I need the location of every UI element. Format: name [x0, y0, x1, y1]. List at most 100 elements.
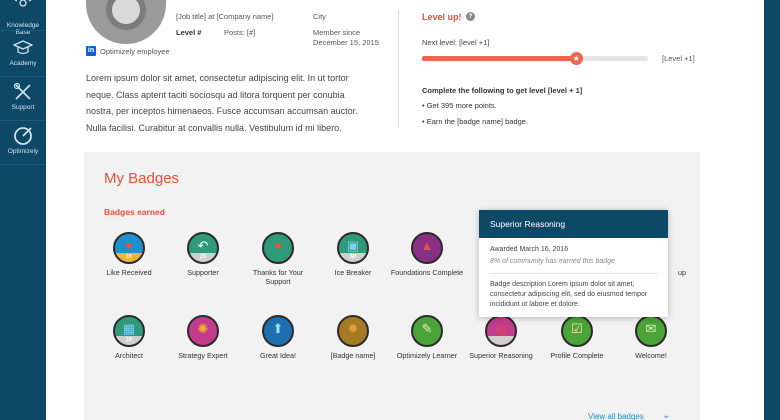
badge-label: Optimizely Learner [396, 351, 458, 360]
badge-label: Ice Breaker [334, 268, 372, 277]
badge-item[interactable]: ▣ 50 Ice Breaker [316, 232, 390, 277]
scrollbar[interactable] [764, 0, 780, 420]
badges-earned-heading: Badges earned [104, 207, 165, 217]
badge-icon: ✎ [411, 315, 443, 347]
lightbulb-icon [14, 0, 32, 7]
divider [490, 273, 657, 274]
badge-glyph: ▣ [346, 238, 360, 253]
sidebar-item-label: Optimizely [7, 148, 39, 155]
badge-icon: ✉ [635, 315, 667, 347]
posts-count: Posts: [#] [224, 28, 256, 37]
task-item: • Earn the [badge name] badge. [422, 117, 529, 126]
badge-icon: ▣ 50 [337, 232, 369, 264]
badge-icon: ✹ [337, 315, 369, 347]
next-level-label: Next level: [level +1] [422, 38, 490, 47]
task-item: • Get 395 more points. [422, 101, 497, 110]
badge-icon: ◎ [485, 315, 517, 347]
divider [398, 10, 399, 128]
sidebar-item-label: Academy [9, 60, 37, 67]
linkedin-icon: in [86, 46, 96, 56]
badge-count: 25 [189, 253, 217, 262]
member-since: Member since December 15, 2015 [313, 28, 379, 47]
divider [0, 76, 46, 77]
badge-glyph: ↶ [197, 238, 209, 253]
badge-label: Welcome! [635, 351, 667, 360]
level-up-title: Level up! [422, 12, 462, 22]
chevron-down-icon[interactable]: ⌄ [662, 410, 670, 420]
tooltip-stat: 8% of community has earned this badge [490, 258, 615, 265]
badge-glyph: ♥ [125, 238, 133, 253]
badge-label: Foundations Complete [390, 268, 464, 277]
badge-icon: ▲ [411, 232, 443, 264]
sidebar-item-label: Support [11, 104, 35, 111]
graduation-cap-icon [13, 40, 33, 55]
tooltip-title: Superior Reasoning [479, 210, 668, 238]
badge-item[interactable]: ♥ Thanks for Your Support [241, 232, 315, 286]
badge-icon: ♥ 1K [113, 232, 145, 264]
badge-count [487, 336, 515, 345]
badge-item[interactable]: ▦ 10 Architect [92, 315, 166, 360]
tasks-heading: Complete the following to get level [lev… [422, 86, 583, 95]
badge-item[interactable]: ✉ Welcome! [614, 315, 688, 360]
badge-glyph: ⬆ [272, 321, 284, 336]
badge-item[interactable]: ▲ Foundations Complete [390, 232, 464, 277]
badge-label: Strategy Expert [178, 351, 228, 360]
level-progress-bar: ★ [422, 52, 648, 65]
badge-label: [Badge name] [330, 351, 376, 360]
tooltip-awarded-date: Awarded March 16, 2016 [490, 246, 569, 253]
avatar [86, 0, 166, 44]
badge-label: Profile Complete [550, 351, 604, 360]
badge-count: 1K [115, 253, 143, 262]
star-icon: ★ [569, 52, 583, 65]
divider [0, 164, 46, 165]
badge-label: Like Received [106, 268, 152, 277]
badge-item[interactable]: ✎ Optimizely Learner [390, 315, 464, 360]
view-all-badges-link[interactable]: View all badges [588, 412, 644, 420]
badges-title: My Badges [104, 170, 180, 187]
badge-icon: ↶ 25 [187, 232, 219, 264]
badge-glyph: ☑ [571, 321, 583, 336]
sidebar-item-optimizely[interactable]: Optimizely [0, 126, 46, 155]
sidebar-item-academy[interactable]: Academy [0, 38, 46, 67]
divider [0, 30, 46, 31]
badge-item[interactable]: ✺ Strategy Expert [166, 315, 240, 360]
badge-count: 50 [339, 253, 367, 262]
tooltip-description: Badge description Lorem ipsum dolor sit … [490, 281, 648, 308]
city: City [313, 12, 326, 21]
badge-item[interactable]: ♥ 1K Like Received [92, 232, 166, 277]
badge-tooltip: Superior Reasoning Awarded March 16, 201… [479, 210, 668, 317]
badge-icon: ♥ [262, 232, 294, 264]
help-icon[interactable]: ? [466, 12, 475, 21]
badge-icon: ▦ 10 [113, 315, 145, 347]
badge-item[interactable]: ⬆ Great Idea! [241, 315, 315, 360]
badge-glyph: ♥ [274, 238, 282, 253]
tools-icon [13, 82, 31, 100]
badge-icon: ✺ [187, 315, 219, 347]
optimizely-logo-icon [14, 127, 32, 145]
badge-icon: ☑ [561, 315, 593, 347]
badge-item[interactable]: ☑ Profile Complete [540, 315, 614, 360]
badge-item[interactable]: ↶ 25 Supporter [166, 232, 240, 277]
badge-glyph: ✉ [645, 321, 657, 336]
level-label: Level # [176, 28, 202, 37]
badge-item[interactable]: ◎ Superior Reasoning [464, 315, 538, 360]
badge-label: Architect [115, 351, 143, 360]
job-title: [Job title] at [Company name] [176, 12, 274, 21]
profile-page: Knowledge Base Academy Support Optimizel… [0, 0, 780, 420]
sidebar-item-label: Knowledge Base [6, 22, 40, 36]
level-progress-fill [422, 56, 576, 61]
badge-glyph: ✹ [347, 321, 359, 336]
badge-label: Great Idea! [260, 351, 296, 360]
badge-glyph: ✺ [197, 321, 209, 336]
badge-label: Thanks for Your Support [252, 268, 304, 286]
next-level-end-label: [Level +1] [662, 54, 695, 63]
badge-glyph: ◎ [495, 321, 507, 336]
sidebar-item-support[interactable]: Support [0, 82, 46, 111]
profile-bio: Lorem ipsum dolor sit amet, consectetur … [86, 73, 358, 133]
badge-label: Superior Reasoning [469, 351, 533, 360]
badge-glyph: ✎ [421, 321, 433, 336]
sidebar: Knowledge Base Academy Support Optimizel… [0, 0, 46, 420]
badge-glyph: ▲ [420, 238, 434, 253]
badge-item[interactable]: ✹ [Badge name] [316, 315, 390, 360]
badge-label: Supporter [187, 268, 219, 277]
